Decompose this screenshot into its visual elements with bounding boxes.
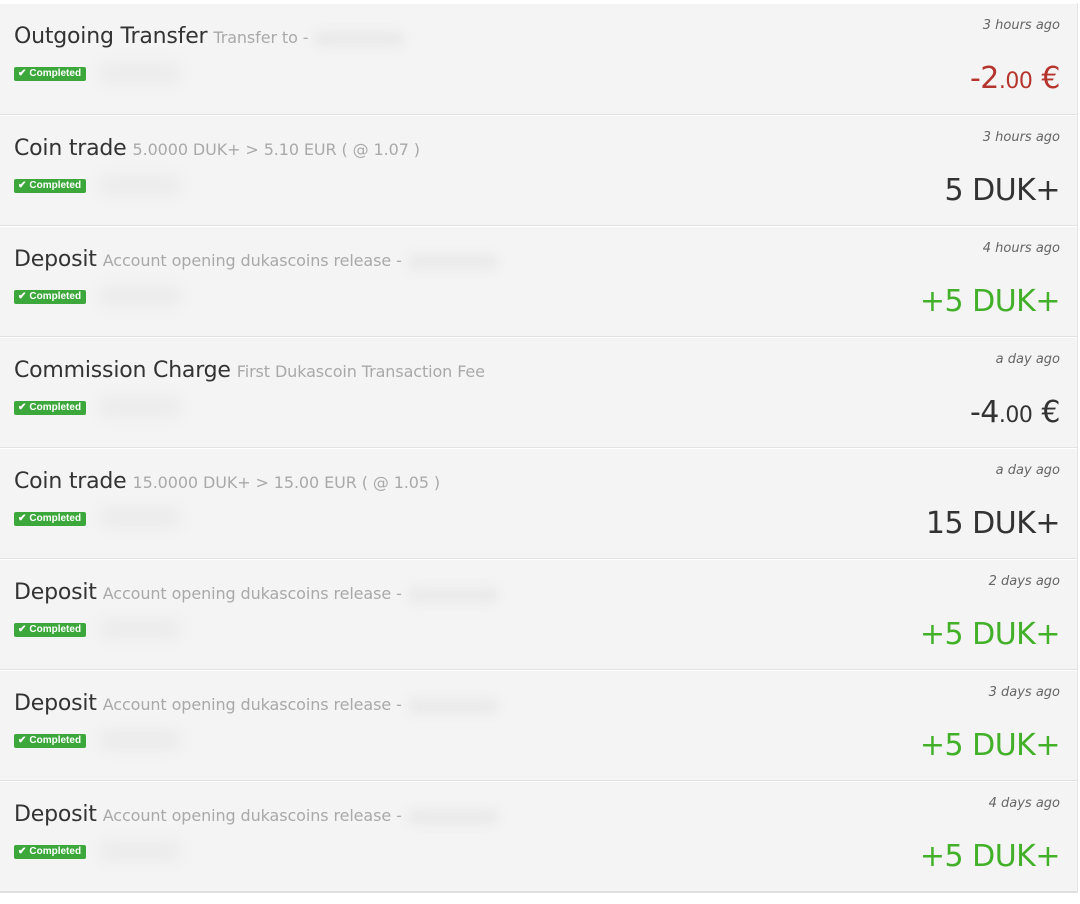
redacted-counterparty <box>407 253 498 270</box>
transaction-amount: +5 DUK+ <box>919 728 1061 763</box>
amount-main: +5 DUK+ <box>919 284 1061 319</box>
check-icon: ✔ <box>18 624 27 635</box>
status-badge: ✔ Completed <box>14 179 87 193</box>
transaction-title-line: Deposit Account opening dukascoins releas… <box>14 580 498 605</box>
transaction-type: Deposit <box>14 247 97 272</box>
redacted-counterparty <box>407 697 498 714</box>
transaction-time: a day ago <box>995 463 1060 478</box>
check-icon: ✔ <box>18 180 27 191</box>
amount-unit: € <box>1032 395 1060 430</box>
transaction-type: Coin trade <box>14 136 127 161</box>
check-icon: ✔ <box>18 68 27 79</box>
status-label: Completed <box>29 291 82 302</box>
transaction-amount: 15 DUK+ <box>925 506 1061 541</box>
status-badge: ✔ Completed <box>14 845 87 859</box>
transaction-amount: 5 DUK+ <box>945 173 1061 208</box>
transaction-title-line: Deposit Account opening dukascoins releas… <box>14 247 498 272</box>
redacted-reference <box>100 396 180 418</box>
transaction-type: Outgoing Transfer <box>14 24 208 49</box>
transaction-time: a day ago <box>995 352 1060 367</box>
transaction-description: Transfer to - <box>213 28 309 47</box>
amount-main: +5 DUK+ <box>919 728 1061 763</box>
amount-main: -2 <box>969 61 999 96</box>
status-label: Completed <box>29 513 82 524</box>
status-label: Completed <box>29 846 82 857</box>
transaction-type: Coin trade <box>14 469 127 494</box>
amount-main: -4 <box>969 395 999 430</box>
transaction-description: Account opening dukascoins release - <box>102 584 402 603</box>
transaction-amount: +5 DUK+ <box>919 617 1061 652</box>
transaction-row[interactable]: Deposit Account opening dukascoins releas… <box>0 781 1077 893</box>
transaction-title-line: Deposit Account opening dukascoins releas… <box>14 691 498 716</box>
status-label: Completed <box>29 735 82 746</box>
check-icon: ✔ <box>18 402 27 413</box>
status-badge: ✔ Completed <box>14 67 87 81</box>
transaction-title-line: Outgoing Transfer Transfer to - <box>14 24 405 49</box>
status-badge: ✔ Completed <box>14 401 87 415</box>
transaction-title-line: Deposit Account opening dukascoins releas… <box>14 802 498 827</box>
check-icon: ✔ <box>18 846 27 857</box>
redacted-counterparty <box>314 30 405 47</box>
amount-decimals: .00 <box>998 403 1033 428</box>
transaction-time: 3 hours ago <box>982 18 1060 33</box>
transaction-time: 3 days ago <box>988 685 1060 700</box>
transaction-type: Deposit <box>14 802 97 827</box>
transaction-row[interactable]: Coin trade 15.0000 DUK+ > 15.00 EUR ( @ 1… <box>0 448 1077 559</box>
status-badge: ✔ Completed <box>14 512 87 526</box>
amount-decimals: .00 <box>998 69 1033 94</box>
amount-main: +5 DUK+ <box>919 839 1061 874</box>
transaction-row[interactable]: Deposit Account opening dukascoins releas… <box>0 670 1077 781</box>
transaction-row[interactable]: Commission Charge First Dukascoin Transac… <box>0 337 1077 448</box>
redacted-counterparty <box>407 586 498 603</box>
transaction-amount: +5 DUK+ <box>919 284 1061 319</box>
transaction-description: First Dukascoin Transaction Fee <box>236 362 485 381</box>
redacted-counterparty <box>407 808 498 825</box>
transaction-type: Commission Charge <box>14 358 231 383</box>
transaction-type: Deposit <box>14 580 97 605</box>
transaction-row[interactable]: Deposit Account opening dukascoins releas… <box>0 559 1077 670</box>
amount-main: 15 DUK+ <box>925 506 1061 541</box>
transaction-type: Deposit <box>14 691 97 716</box>
amount-main: +5 DUK+ <box>919 617 1061 652</box>
redacted-reference <box>100 507 180 529</box>
transaction-description: Account opening dukascoins release - <box>102 251 402 270</box>
check-icon: ✔ <box>18 513 27 524</box>
transaction-amount: -2.00 € <box>969 61 1061 96</box>
status-badge: ✔ Completed <box>14 623 87 637</box>
transaction-row[interactable]: Coin trade 5.0000 DUK+ > 5.10 EUR ( @ 1.0… <box>0 115 1077 226</box>
transaction-amount: -4.00 € <box>969 395 1061 430</box>
check-icon: ✔ <box>18 735 27 746</box>
status-badge: ✔ Completed <box>14 290 87 304</box>
status-label: Completed <box>29 624 82 635</box>
transaction-row[interactable]: Outgoing Transfer Transfer to - ✔ Complete… <box>0 3 1077 115</box>
transaction-title-line: Coin trade 5.0000 DUK+ > 5.10 EUR ( @ 1.0… <box>14 136 420 161</box>
amount-unit: € <box>1032 61 1060 96</box>
status-label: Completed <box>29 68 82 79</box>
transaction-title-line: Coin trade 15.0000 DUK+ > 15.00 EUR ( @ 1… <box>14 469 440 494</box>
transaction-row[interactable]: Deposit Account opening dukascoins releas… <box>0 226 1077 337</box>
redacted-reference <box>100 62 180 84</box>
transaction-time: 2 days ago <box>988 574 1060 589</box>
status-label: Completed <box>29 402 82 413</box>
transaction-time: 4 days ago <box>988 796 1060 811</box>
transaction-time: 3 hours ago <box>982 130 1060 145</box>
transaction-list: Outgoing Transfer Transfer to - ✔ Complete… <box>0 3 1078 893</box>
redacted-reference <box>100 840 180 862</box>
check-icon: ✔ <box>18 291 27 302</box>
redacted-reference <box>100 174 180 196</box>
redacted-reference <box>100 729 180 751</box>
redacted-reference <box>100 618 180 640</box>
transaction-description: Account opening dukascoins release - <box>102 806 402 825</box>
status-badge: ✔ Completed <box>14 734 87 748</box>
transaction-title-line: Commission Charge First Dukascoin Transac… <box>14 358 485 383</box>
status-label: Completed <box>29 180 82 191</box>
transaction-description: 15.0000 DUK+ > 15.00 EUR ( @ 1.05 ) <box>132 473 441 492</box>
amount-main: 5 DUK+ <box>944 173 1061 208</box>
transaction-time: 4 hours ago <box>982 241 1060 256</box>
transaction-description: Account opening dukascoins release - <box>102 695 402 714</box>
redacted-reference <box>100 285 180 307</box>
transaction-amount: +5 DUK+ <box>919 839 1061 874</box>
transaction-description: 5.0000 DUK+ > 5.10 EUR ( @ 1.07 ) <box>132 140 420 159</box>
